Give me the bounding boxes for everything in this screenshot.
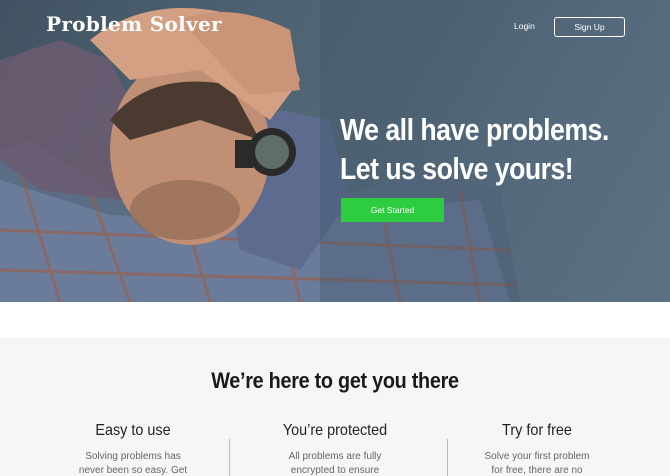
feature-protected: You’re protected All problems are fully …	[235, 422, 435, 476]
brand-logo[interactable]: Problem Solver	[46, 12, 222, 36]
feature-text: Solve your first problem for free, there…	[484, 451, 590, 476]
features-section: We’re here to get you there Easy to use …	[0, 338, 670, 476]
feature-easy-to-use: Easy to use Solving problems has never b…	[33, 422, 233, 476]
login-link[interactable]: Login	[514, 21, 535, 31]
features-title: We’re here to get you there	[211, 368, 459, 393]
feature-text: Solving problems has never been so easy.…	[78, 451, 188, 476]
feature-try-free: Try for free Solve your first problem fo…	[437, 422, 637, 476]
hero-section: Problem Solver Login Sign Up We all have…	[0, 0, 670, 302]
get-started-button[interactable]: Get Started	[341, 198, 444, 222]
feature-text: All problems are fully encrypted to ensu…	[288, 451, 382, 476]
headline-line-1: We all have problems.	[340, 112, 609, 147]
feature-title: Easy to use	[95, 422, 171, 439]
feature-title: Try for free	[502, 422, 572, 439]
feature-title: You’re protected	[282, 422, 388, 439]
signup-button[interactable]: Sign Up	[554, 17, 625, 37]
feature-divider	[229, 439, 230, 476]
hero-headline: We all have problems. Let us solve yours…	[340, 110, 609, 188]
headline-line-2: Let us solve yours!	[340, 151, 574, 186]
